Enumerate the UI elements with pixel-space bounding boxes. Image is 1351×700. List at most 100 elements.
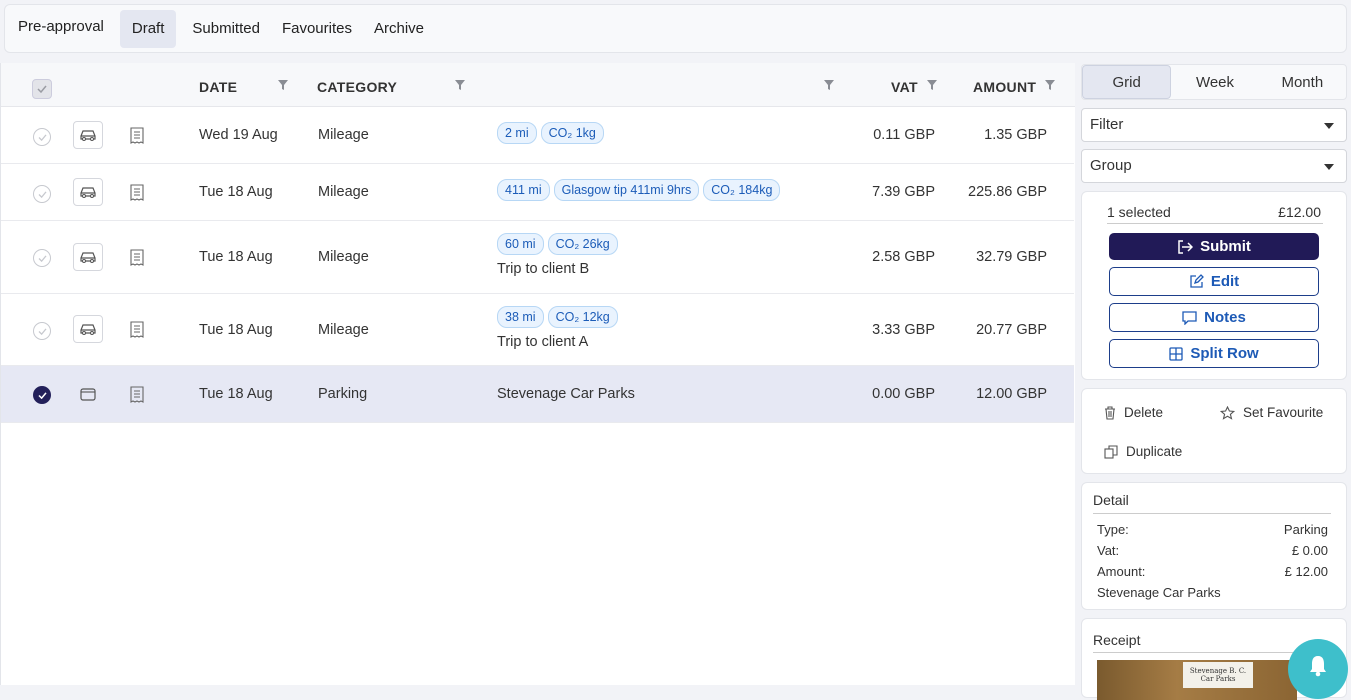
row-checkbox-checked[interactable] <box>33 386 51 404</box>
select-all-checkbox[interactable] <box>32 79 52 99</box>
row-checkbox[interactable] <box>33 185 51 203</box>
edit-button[interactable]: Edit <box>1109 267 1319 296</box>
row-amount: 1.35 GBP <box>984 127 1047 143</box>
receipt-image[interactable]: Stevenage B. C. Car Parks <box>1097 660 1297 700</box>
submit-button[interactable]: Submit <box>1109 233 1319 260</box>
sign-out-icon <box>1178 239 1194 254</box>
date-filter-icon[interactable] <box>278 80 288 90</box>
receipt-icon[interactable] <box>130 386 144 403</box>
row-amount: 20.77 GBP <box>976 322 1047 338</box>
table-row[interactable]: Wed 19 Aug Mileage 2 mi CO₂ 1kg 0.11 GBP… <box>1 107 1074 164</box>
row-checkbox[interactable] <box>33 322 51 340</box>
filter-dropdown[interactable]: Filter <box>1081 108 1347 142</box>
notes-button[interactable]: Notes <box>1109 303 1319 332</box>
detail-amount-label: Amount: <box>1097 564 1146 579</box>
mileage-type-button[interactable] <box>73 315 103 343</box>
chevron-down-icon <box>1324 164 1334 170</box>
detail-description: Stevenage Car Parks <box>1097 585 1221 600</box>
duplicate-button[interactable]: Duplicate <box>1104 444 1182 459</box>
row-badges: 411 mi Glasgow tip 411mi 9hrs CO₂ 184kg <box>497 179 781 201</box>
divider <box>1093 513 1331 514</box>
grid-header: DATE CATEGORY VAT AMOUNT <box>1 63 1075 107</box>
status-tabs: Pre-approval Draft Submitted Favourites … <box>4 4 1347 53</box>
receipt-text-line1: Stevenage B. C. <box>1189 667 1247 675</box>
amount-filter-icon[interactable] <box>1045 80 1055 90</box>
tab-favourites[interactable]: Favourites <box>276 10 358 48</box>
category-filter-icon[interactable] <box>455 80 465 90</box>
table-row-selected[interactable]: Tue 18 Aug Parking Stevenage Car Parks 0… <box>1 366 1074 423</box>
misc-actions-panel: Delete Set Favourite Duplicate <box>1081 388 1347 474</box>
copy-icon <box>1104 444 1118 459</box>
group-dropdown[interactable]: Group <box>1081 149 1347 183</box>
car-icon <box>80 324 96 335</box>
mileage-type-button[interactable] <box>73 178 103 206</box>
view-month-button[interactable]: Month <box>1259 65 1346 99</box>
table-row[interactable]: Tue 18 Aug Mileage 60 mi CO₂ 26kg Trip t… <box>1 221 1074 294</box>
check-icon <box>38 254 47 262</box>
check-icon <box>38 327 47 335</box>
mileage-type-button[interactable] <box>73 121 103 149</box>
actions-panel: 1 selected £12.00 Submit Edit Notes Spli… <box>1081 191 1347 380</box>
edit-icon <box>1190 274 1204 288</box>
receipt-icon[interactable] <box>130 249 144 266</box>
receipt-title: Receipt <box>1093 632 1141 648</box>
filter-label: Filter <box>1090 116 1124 133</box>
tab-pre-approval[interactable]: Pre-approval <box>12 8 110 46</box>
divider <box>1107 223 1323 224</box>
row-checkbox[interactable] <box>33 249 51 267</box>
distance-badge: 38 mi <box>497 306 544 328</box>
selection-total: £12.00 <box>1278 204 1321 220</box>
bell-icon <box>1310 656 1326 677</box>
distance-badge: 60 mi <box>497 233 544 255</box>
detail-panel: Detail Type: Parking Vat: £ 0.00 Amount:… <box>1081 482 1347 610</box>
tab-submitted[interactable]: Submitted <box>186 10 266 48</box>
duplicate-label: Duplicate <box>1126 444 1183 459</box>
trash-icon <box>1105 405 1115 420</box>
distance-badge: 411 mi <box>497 179 550 201</box>
row-amount: 225.86 GBP <box>968 184 1047 200</box>
parking-type-button[interactable] <box>73 380 103 408</box>
car-icon <box>80 187 96 198</box>
notifications-button[interactable] <box>1288 639 1348 699</box>
detail-type-label: Type: <box>1097 522 1129 537</box>
tab-draft[interactable]: Draft <box>119 9 177 48</box>
chevron-down-icon <box>1324 123 1334 129</box>
header-amount[interactable]: AMOUNT <box>973 79 1036 95</box>
detail-vat-row: Vat: £ 0.00 <box>1097 543 1328 558</box>
table-row[interactable]: Tue 18 Aug Mileage 411 mi Glasgow tip 41… <box>1 164 1074 221</box>
row-badges: 60 mi CO₂ 26kg <box>497 233 618 255</box>
split-row-button[interactable]: Split Row <box>1109 339 1319 368</box>
row-checkbox[interactable] <box>33 128 51 146</box>
set-favourite-button[interactable]: Set Favourite <box>1220 405 1323 420</box>
header-date[interactable]: DATE <box>199 79 237 95</box>
table-row[interactable]: Tue 18 Aug Mileage 38 mi CO₂ 12kg Trip t… <box>1 294 1074 366</box>
row-date: Tue 18 Aug <box>199 249 273 265</box>
tab-archive[interactable]: Archive <box>368 10 430 48</box>
delete-button[interactable]: Delete <box>1104 405 1163 420</box>
row-vat: 7.39 GBP <box>872 184 935 200</box>
vat-filter-icon[interactable] <box>927 80 937 90</box>
check-icon <box>38 133 47 141</box>
row-amount: 32.79 GBP <box>976 249 1047 265</box>
header-category[interactable]: CATEGORY <box>317 79 397 95</box>
row-category: Mileage <box>318 249 369 265</box>
detail-vat-label: Vat: <box>1097 543 1120 558</box>
row-category: Parking <box>318 386 368 402</box>
row-vat: 3.33 GBP <box>872 322 935 338</box>
delete-label: Delete <box>1124 405 1164 420</box>
row-category: Mileage <box>318 184 369 200</box>
mileage-type-button[interactable] <box>73 243 103 271</box>
description-filter-icon[interactable] <box>824 80 834 90</box>
receipt-paper: Stevenage B. C. Car Parks <box>1183 662 1253 688</box>
view-grid-button[interactable]: Grid <box>1082 65 1172 99</box>
receipt-icon[interactable] <box>130 127 144 144</box>
receipt-icon[interactable] <box>130 321 144 338</box>
grid-split-icon <box>1169 346 1183 361</box>
car-icon <box>80 130 96 141</box>
receipt-icon[interactable] <box>130 184 144 201</box>
view-week-button[interactable]: Week <box>1171 65 1258 99</box>
row-vat: 2.58 GBP <box>872 249 935 265</box>
header-vat[interactable]: VAT <box>891 79 918 95</box>
expense-grid: DATE CATEGORY VAT AMOUNT Wed 19 Aug Mile… <box>0 63 1075 685</box>
detail-type-row: Type: Parking <box>1097 522 1328 537</box>
